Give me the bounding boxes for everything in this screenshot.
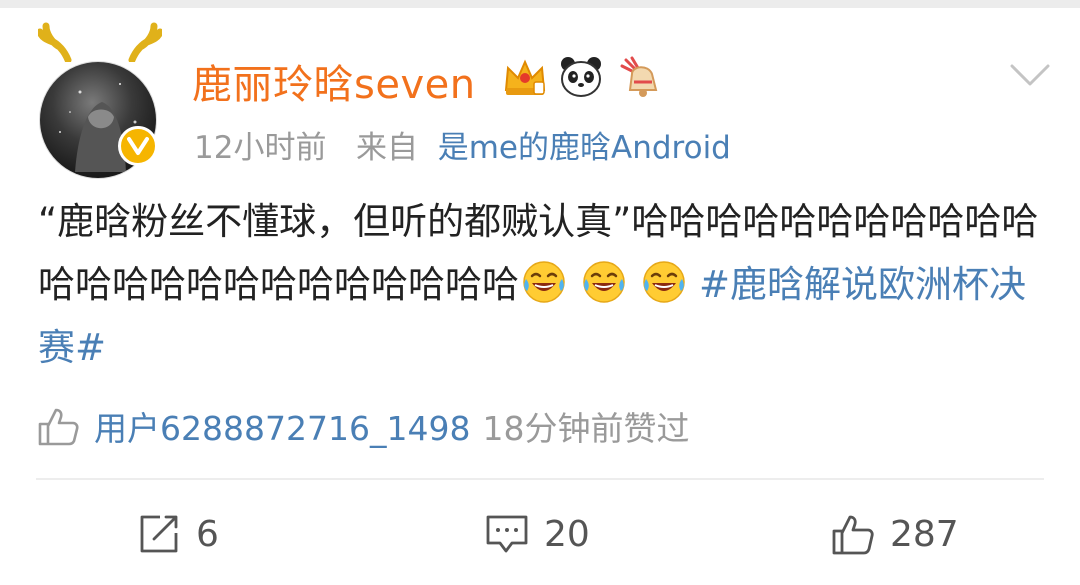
post-meta: 12小时前 来自 是me的鹿晗Android [194, 122, 731, 167]
comment-count: 20 [544, 513, 590, 555]
thumbs-up-icon [832, 515, 874, 555]
liked-by-suffix: 18分钟前赞过 [482, 409, 690, 448]
verified-badge [118, 126, 158, 166]
post-time: 12小时前 [194, 130, 327, 166]
thumbs-up-outline-icon [38, 408, 79, 446]
actions-divider [36, 478, 1044, 480]
source-prefix: 来自 [356, 130, 419, 166]
post-source-link[interactable]: 是me的鹿晗Android [438, 130, 731, 166]
laugh-cry-emoji [643, 261, 685, 303]
festival-bell-icon[interactable] [612, 52, 662, 102]
author-badges [500, 52, 662, 102]
comment-icon [486, 515, 528, 553]
repost-icon [140, 515, 178, 553]
liked-by-user-link[interactable]: 用户6288872716_1498 [94, 402, 470, 450]
like-button[interactable]: 287 [830, 508, 959, 560]
laugh-cry-emoji [523, 261, 565, 303]
author-avatar-block[interactable] [34, 22, 164, 178]
top-separator [0, 0, 1080, 8]
panda-icon[interactable] [556, 52, 606, 102]
laugh-cry-emoji [583, 261, 625, 303]
author-name[interactable]: 鹿丽玲晗seven [192, 52, 476, 110]
like-count: 287 [890, 513, 959, 555]
repost-button[interactable]: 6 [136, 508, 219, 560]
antler-left-icon [38, 22, 72, 62]
verified-v-icon [127, 137, 149, 155]
repost-count: 6 [196, 513, 219, 555]
liked-by-row: 用户6288872716_1498 18分钟前赞过 [36, 398, 689, 454]
post-content: “鹿晗粉丝不懂球，但听的都贼认真”哈哈哈哈哈哈哈哈哈哈哈哈哈哈哈哈哈哈哈哈哈哈哈… [38, 190, 1048, 379]
antler-right-icon [128, 22, 162, 62]
comment-button[interactable]: 20 [484, 508, 590, 560]
crown-vip-icon[interactable] [500, 52, 550, 102]
chevron-down-icon[interactable] [1008, 60, 1052, 90]
